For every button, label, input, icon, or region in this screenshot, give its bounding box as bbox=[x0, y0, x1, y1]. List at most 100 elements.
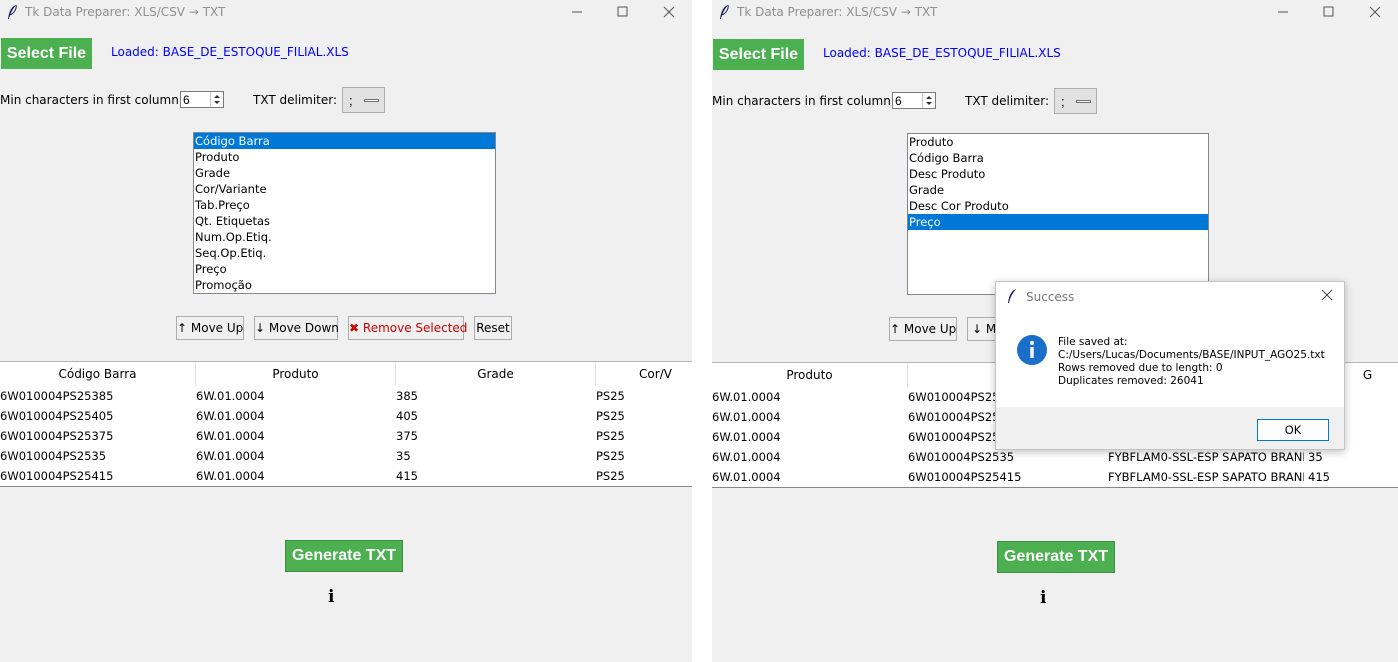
listbox-item[interactable]: Cor/Variante bbox=[194, 181, 495, 197]
listbox-item[interactable]: Código Barra bbox=[908, 150, 1208, 166]
x-mark-icon: ✖ bbox=[349, 321, 360, 335]
listbox-item[interactable]: Produto bbox=[194, 149, 495, 165]
minimize-icon bbox=[572, 11, 582, 13]
delimiter-label: TXT delimiter: bbox=[253, 93, 338, 107]
table-cell: 35 bbox=[1308, 450, 1323, 464]
close-icon bbox=[1369, 6, 1381, 18]
min-chars-spinbox[interactable]: 6 bbox=[180, 91, 224, 108]
listbox-item[interactable]: Preço bbox=[194, 261, 495, 277]
dialog-message: File saved at: C:/Users/Lucas/Documents/… bbox=[1058, 336, 1325, 388]
spin-arrows[interactable] bbox=[922, 93, 935, 108]
title-bar[interactable]: Tk Data Preparer: XLS/CSV → TXT bbox=[0, 0, 692, 24]
table-cell: 6W010004PS25385 bbox=[0, 389, 114, 403]
column-header[interactable]: Código Barra bbox=[0, 362, 196, 386]
remove-selected-label: Remove Selected bbox=[362, 321, 468, 335]
table-cell: 6W.01.0004 bbox=[712, 410, 781, 424]
table-cell: 6W.01.0004 bbox=[712, 470, 781, 484]
app-window-1: Tk Data Preparer: XLS/CSV → TXT Select F… bbox=[0, 0, 692, 662]
dialog-line: C:/Users/Lucas/Documents/BASE/INPUT_AGO2… bbox=[1058, 349, 1325, 361]
delimiter-option-menu[interactable]: ; bbox=[1054, 88, 1097, 114]
table-cell: 375 bbox=[396, 429, 418, 443]
min-chars-label: Min characters in first column: bbox=[0, 93, 183, 107]
loaded-file-label: Loaded: BASE_DE_ESTOQUE_FILIAL.XLS bbox=[823, 46, 1061, 60]
min-chars-spinbox[interactable]: 6 bbox=[892, 92, 936, 109]
listbox-item[interactable]: Produto bbox=[908, 134, 1208, 150]
listbox-item[interactable]: Num.Op.Etiq. bbox=[194, 229, 495, 245]
close-button[interactable] bbox=[646, 0, 692, 24]
table-cell: 6W.01.0004 bbox=[712, 430, 781, 444]
table-cell: 6W010004PS2535 bbox=[908, 450, 1015, 464]
listbox-item[interactable]: Desc Cor Produto bbox=[908, 198, 1208, 214]
spin-arrows[interactable] bbox=[210, 92, 223, 107]
column-header[interactable]: Produto bbox=[196, 362, 396, 386]
listbox-item[interactable]: Qt. Etiquetas bbox=[194, 213, 495, 229]
column-header[interactable]: Produto bbox=[712, 363, 908, 387]
table-cell: 6W.01.0004 bbox=[196, 449, 265, 463]
table-cell: 415 bbox=[1308, 470, 1330, 484]
maximize-icon bbox=[617, 6, 628, 17]
select-file-button[interactable]: Select File bbox=[1, 38, 92, 69]
close-button[interactable] bbox=[1352, 0, 1398, 24]
table-cell: 6W010004PS2535 bbox=[0, 449, 107, 463]
close-icon bbox=[663, 6, 675, 18]
preview-table[interactable]: Código Barra Produto Grade Cor/V 6W010004PS2… bbox=[0, 361, 692, 487]
listbox-item[interactable]: Grade bbox=[194, 165, 495, 181]
columns-listbox[interactable]: Produto Código Barra Desc Produto Grade Desc… bbox=[907, 133, 1209, 295]
maximize-button[interactable] bbox=[600, 0, 646, 24]
remove-selected-button[interactable]: ✖ Remove Selected bbox=[348, 316, 467, 340]
title-bar[interactable]: Tk Data Preparer: XLS/CSV → TXT bbox=[712, 0, 1398, 24]
move-down-button[interactable]: ↓ Move Down bbox=[254, 316, 339, 340]
table-cell: 6W.01.0004 bbox=[196, 429, 265, 443]
dialog-line: File saved at: bbox=[1058, 336, 1128, 348]
delimiter-value: ; bbox=[1061, 94, 1065, 109]
listbox-item[interactable]: Seq.Op.Etiq. bbox=[194, 245, 495, 261]
table-cell: PS25 bbox=[596, 409, 625, 423]
option-menu-indicator bbox=[1076, 100, 1091, 103]
info-icon: i bbox=[328, 587, 335, 607]
listbox-item[interactable]: Promoção bbox=[194, 277, 495, 293]
reset-button[interactable]: Reset bbox=[474, 316, 512, 340]
table-cell: PS25 bbox=[596, 469, 625, 483]
option-menu-indicator bbox=[364, 99, 379, 102]
feather-icon bbox=[720, 4, 729, 19]
generate-txt-button[interactable]: Generate TXT bbox=[997, 541, 1115, 573]
column-header[interactable]: Grade bbox=[396, 362, 596, 386]
table-cell: 35 bbox=[396, 449, 411, 463]
table-cell: 6W.01.0004 bbox=[196, 409, 265, 423]
column-header[interactable]: Cor/V bbox=[596, 362, 692, 386]
spin-up-down-icon bbox=[926, 96, 932, 105]
feather-icon bbox=[8, 4, 17, 19]
table-cell: PS25 bbox=[596, 449, 625, 463]
info-icon bbox=[1017, 335, 1047, 365]
delimiter-option-menu[interactable]: ; bbox=[342, 87, 385, 113]
dialog-line: Rows removed due to length: 0 bbox=[1058, 362, 1223, 374]
minimize-button[interactable] bbox=[1260, 0, 1306, 24]
min-chars-value: 6 bbox=[183, 93, 190, 107]
loaded-file-label: Loaded: BASE_DE_ESTOQUE_FILIAL.XLS bbox=[111, 45, 349, 59]
generate-txt-button[interactable]: Generate TXT bbox=[285, 540, 403, 572]
move-up-button[interactable]: ↑ Move Up bbox=[176, 316, 244, 340]
listbox-item[interactable]: Tab.Preço bbox=[194, 197, 495, 213]
ok-button[interactable]: OK bbox=[1257, 419, 1329, 441]
table-cell: FYBFLAM0-SSL-ESP SAPATO BRAND bbox=[1108, 470, 1304, 484]
table-cell: PS25 bbox=[596, 389, 625, 403]
minimize-icon bbox=[1278, 11, 1288, 13]
columns-listbox[interactable]: Código Barra Produto Grade Cor/Variante Tab.… bbox=[193, 132, 496, 294]
dialog-title: Success bbox=[1026, 290, 1075, 304]
table-cell: 6W010004PS25415 bbox=[0, 469, 114, 483]
listbox-item[interactable]: Código Barra bbox=[194, 133, 495, 149]
min-chars-label: Min characters in first column: bbox=[712, 94, 895, 108]
table-cell: 415 bbox=[396, 469, 418, 483]
minimize-button[interactable] bbox=[554, 0, 600, 24]
table-cell: 6W.01.0004 bbox=[712, 450, 781, 464]
table-cell: 385 bbox=[396, 389, 418, 403]
listbox-item[interactable]: Desc Produto bbox=[908, 166, 1208, 182]
close-icon[interactable] bbox=[1320, 288, 1334, 302]
maximize-button[interactable] bbox=[1306, 0, 1352, 24]
success-dialog: Success File saved at: C:/Users/Lucas/Do… bbox=[995, 281, 1345, 450]
listbox-item[interactable]: Preço bbox=[908, 214, 1208, 230]
listbox-item[interactable]: Grade bbox=[908, 182, 1208, 198]
table-cell: 6W.01.0004 bbox=[196, 469, 265, 483]
select-file-button[interactable]: Select File bbox=[713, 39, 804, 70]
move-up-button[interactable]: ↑ Move Up bbox=[889, 317, 957, 341]
